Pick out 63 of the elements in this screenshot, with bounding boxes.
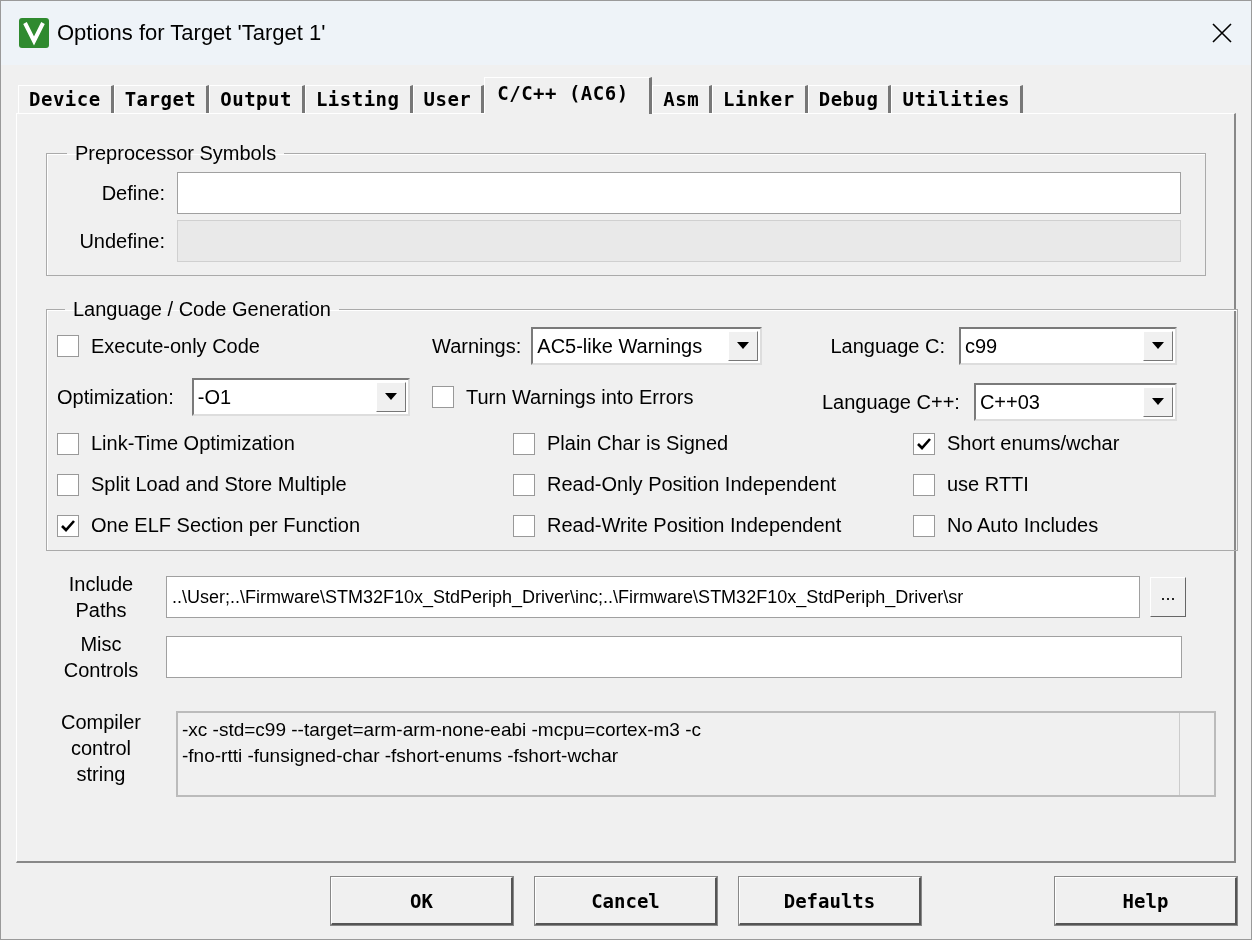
checkbox[interactable] <box>913 514 935 537</box>
tab[interactable]: Linker <box>712 85 808 113</box>
close-icon[interactable] <box>1211 22 1233 44</box>
checkbox[interactable] <box>432 386 454 408</box>
dropdown[interactable]: c99 <box>959 327 1177 365</box>
tab[interactable]: Listing <box>304 85 413 113</box>
window-title: Options for Target 'Target 1' <box>57 20 327 46</box>
caret-icon <box>737 342 750 350</box>
field-label: Define: <box>100 181 165 206</box>
checkbox[interactable] <box>57 473 79 496</box>
field-label: Language C: <box>830 334 945 358</box>
tab[interactable]: Device <box>18 85 114 113</box>
tab[interactable]: Target <box>113 85 210 113</box>
checkbox-option[interactable]: Execute-only Code <box>57 334 260 358</box>
field-label: Optimization: <box>57 385 174 409</box>
input-field[interactable] <box>177 172 1181 214</box>
checkbox-option[interactable]: Plain Char is Signed <box>513 432 729 455</box>
caret-icon <box>1152 342 1164 350</box>
tab[interactable]: Utilities <box>891 85 1023 113</box>
compiler-string-line: -fno-rtti -funsigned-char -fshort-enums -fshort-wchar <box>182 744 620 768</box>
field-label: Undefine: <box>78 229 165 254</box>
checkbox[interactable] <box>57 335 79 357</box>
dialog-button[interactable]: Help <box>1055 877 1237 925</box>
input-field[interactable] <box>166 636 1182 678</box>
checkbox[interactable] <box>57 432 79 455</box>
dialog-button[interactable]: OK <box>331 877 513 925</box>
dialog-button[interactable]: Cancel <box>535 877 717 925</box>
checkbox[interactable] <box>913 473 935 496</box>
group-title: Language / Code Generation <box>72 298 332 321</box>
browse-button[interactable]: ... <box>1150 577 1186 617</box>
checkbox-label: Short enums/wchar <box>947 432 1120 455</box>
input-field[interactable]: ..\User;..\Firmware\STM32F10x_StdPeriph_Driver\inc;..\Firmware\STM32F10x_StdPeriph_Driver\sr <box>166 576 1140 618</box>
field-label: Include Paths <box>67 572 135 623</box>
checkbox-label: use RTTI <box>947 473 1029 496</box>
field-label: Misc Controls <box>62 632 140 683</box>
tab[interactable]: Output <box>209 85 305 113</box>
field-label: Warnings: <box>432 334 522 358</box>
checkbox[interactable] <box>57 514 79 537</box>
dropdown[interactable]: C++03 <box>973 383 1177 421</box>
field-label: Language C++: <box>822 390 960 414</box>
checkbox[interactable] <box>513 473 535 496</box>
checkbox-option[interactable]: Short enums/wchar <box>913 432 1120 455</box>
checkbox-label: Execute-only Code <box>91 334 260 358</box>
caret-icon <box>1152 398 1164 406</box>
checkbox[interactable] <box>913 432 935 455</box>
dialog-button[interactable]: Defaults <box>739 877 921 925</box>
app-logo-icon <box>19 18 49 48</box>
tab[interactable]: User <box>412 85 485 113</box>
tab[interactable]: Asm <box>652 85 713 113</box>
checkbox[interactable] <box>513 514 535 537</box>
tab[interactable]: Debug <box>807 85 892 113</box>
dropdown[interactable]: AC5-like Warnings <box>531 327 763 365</box>
checkbox-label: Plain Char is Signed <box>547 432 729 455</box>
checkbox[interactable] <box>513 432 535 455</box>
compiler-string-line: -xc -std=c99 --target=arm-arm-none-eabi -mcpu=cortex-m3 -c <box>182 718 702 742</box>
checkbox-option[interactable]: use RTTI <box>913 473 1029 496</box>
dropdown[interactable]: -O1 <box>191 378 410 416</box>
checkbox-option[interactable]: No Auto Includes <box>913 514 1099 537</box>
tab[interactable]: C/C++ (AC6) <box>484 77 653 114</box>
group-title: Preprocessor Symbols <box>74 142 278 165</box>
field-label: Compiler control string <box>60 710 142 787</box>
checkbox-label: No Auto Includes <box>947 514 1099 537</box>
caret-icon <box>384 393 397 401</box>
